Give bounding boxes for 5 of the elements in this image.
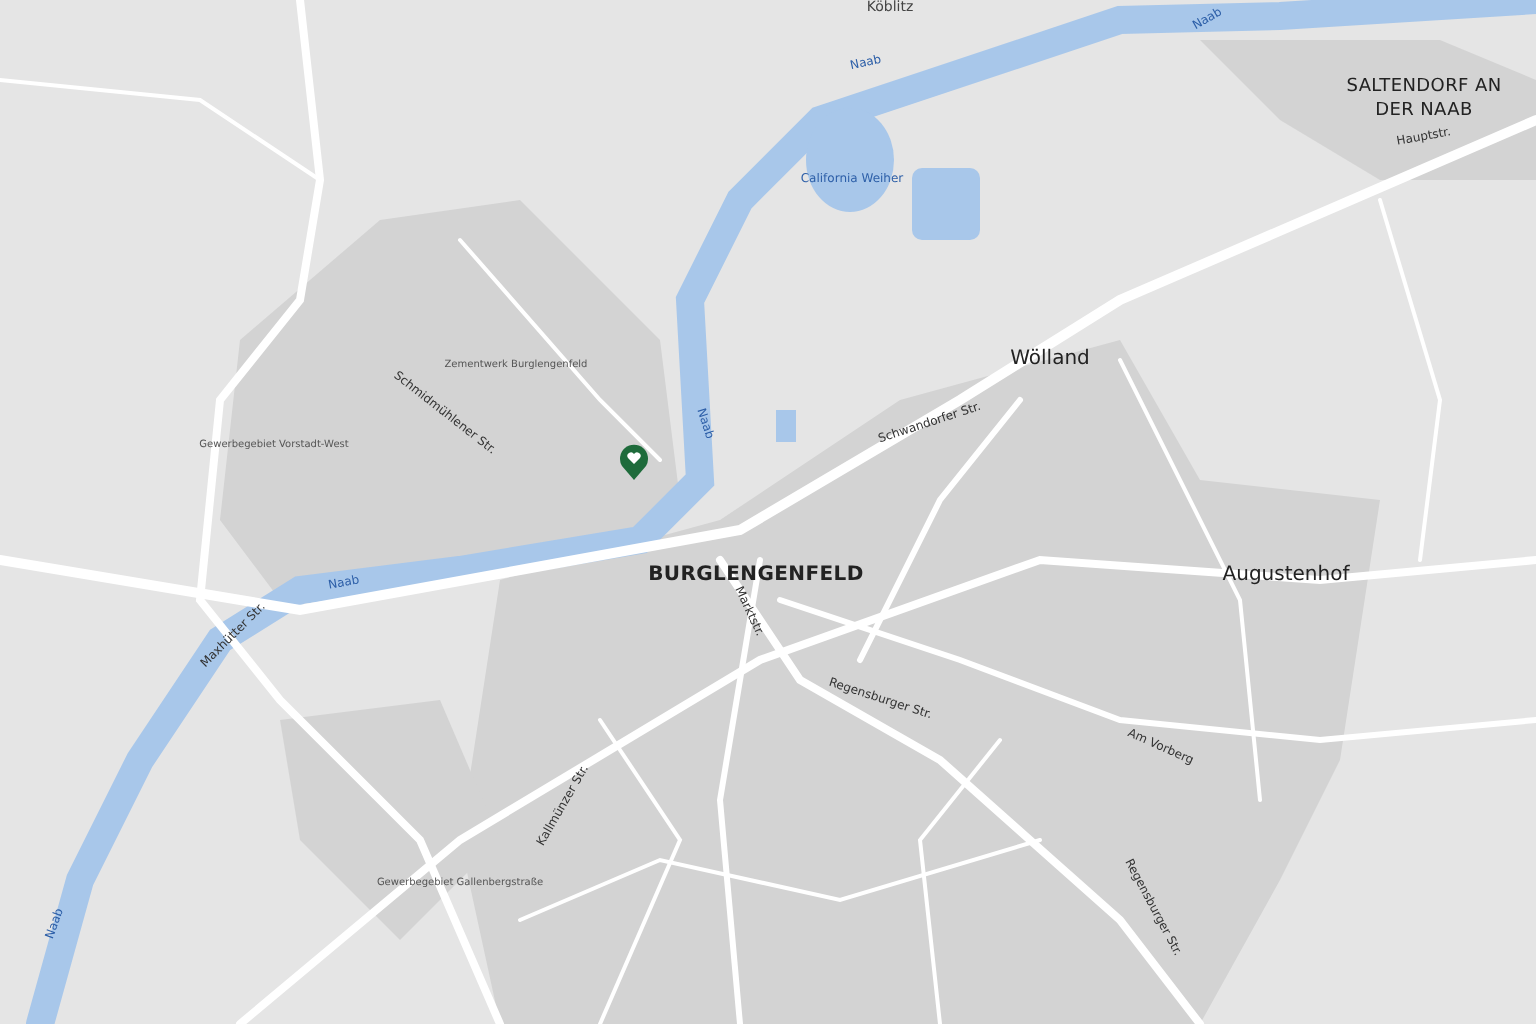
place-label: Augustenhof — [1222, 566, 1350, 586]
map-pin-icon[interactable] — [618, 444, 650, 480]
place-label: Wölland — [1010, 350, 1090, 370]
place-label: SALTENDORF AN DER NAAB — [1344, 76, 1504, 124]
place-label: BURGLENGENFELD — [648, 566, 864, 586]
